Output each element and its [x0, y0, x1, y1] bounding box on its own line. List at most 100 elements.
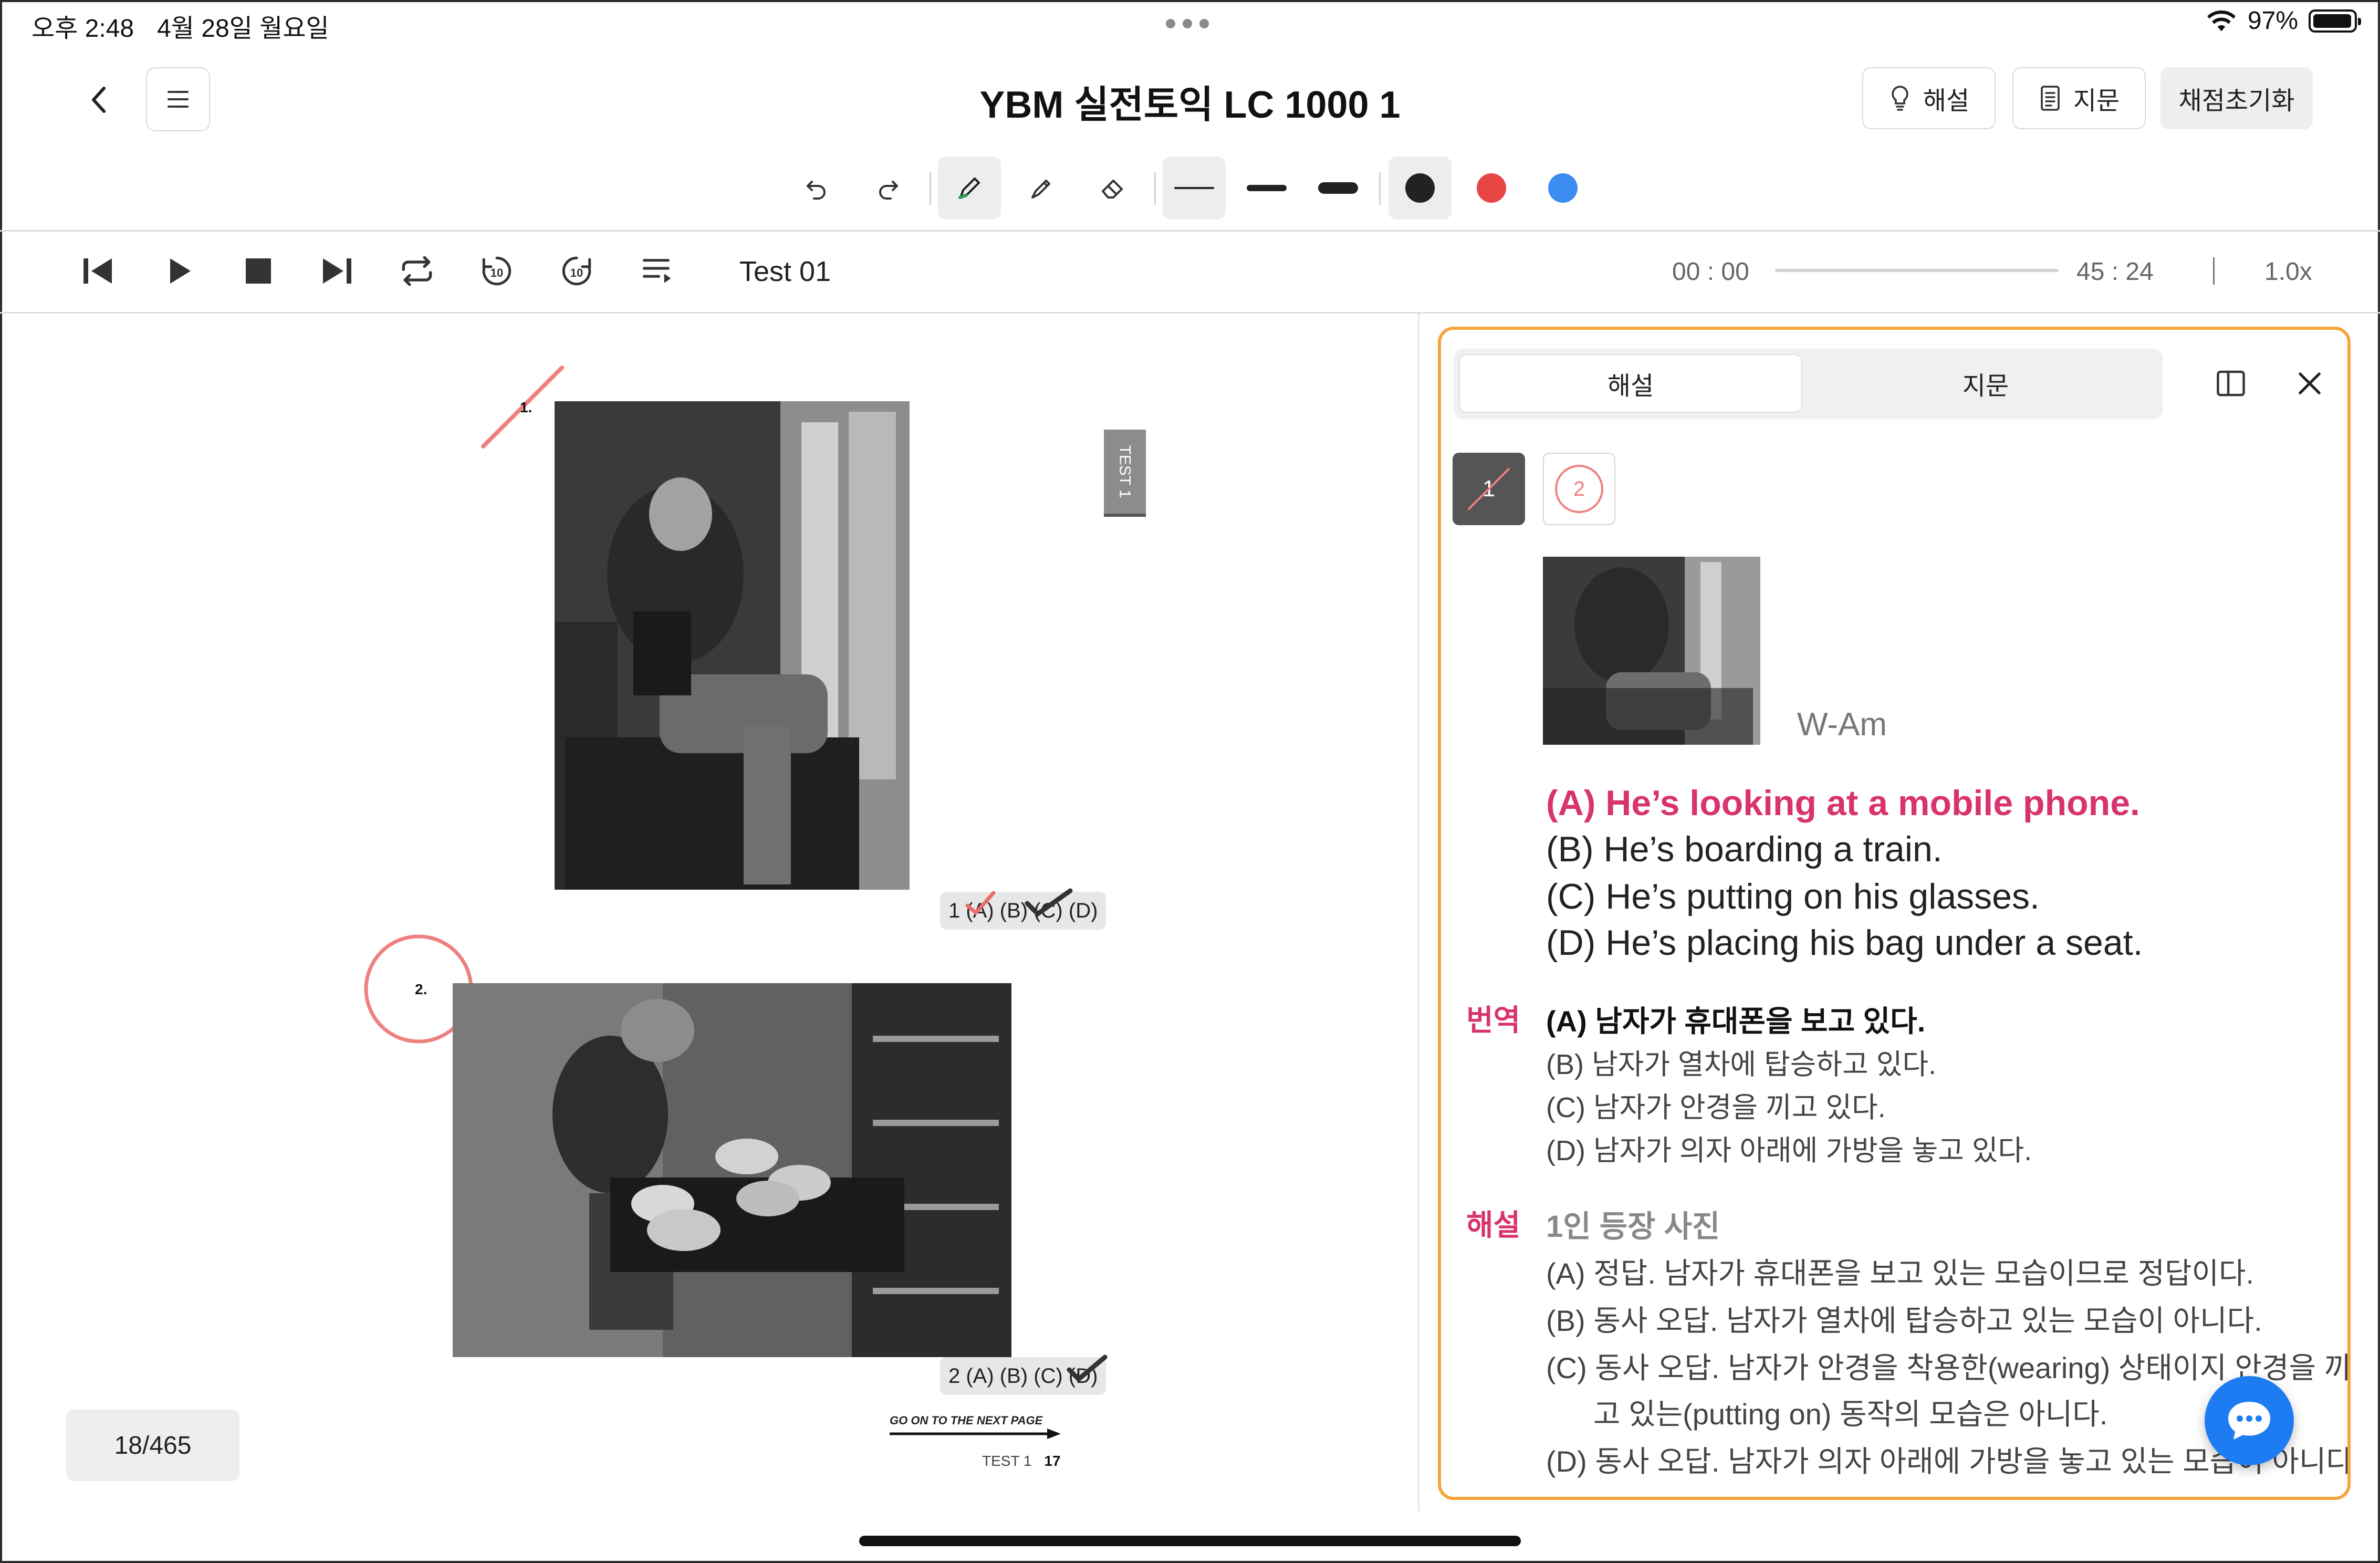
tab-passage[interactable]: 지문 — [1814, 354, 2157, 413]
page-title: YBM 실전토익 LC 1000 1 — [979, 84, 1401, 126]
stop-button[interactable] — [237, 250, 279, 292]
explanation-button-label: 해설 — [1923, 87, 1970, 115]
color-swatch-blue — [1548, 173, 1578, 203]
question-1-number: 1. — [520, 399, 533, 415]
line-medium-icon — [1247, 185, 1287, 191]
lightbulb-icon — [1892, 86, 1908, 111]
line-thin-icon — [1174, 187, 1214, 189]
explanation-c-continued: 고 있는(putting on) 동작의 모습은 아니다. — [1593, 1398, 2108, 1431]
test-1-side-tab: TEST 1 — [1104, 430, 1146, 517]
status-date: 4월 28일 월요일 — [157, 15, 329, 43]
home-indicator[interactable] — [859, 1536, 1521, 1546]
go-on-next-page-text: GO ON TO THE NEXT PAGE — [890, 1414, 1043, 1427]
toolbar-divider — [930, 172, 931, 205]
question-2-photo[interactable] — [453, 983, 1011, 1357]
eraser-icon — [1102, 180, 1123, 199]
page-counter[interactable]: 18/465 — [66, 1410, 239, 1481]
header-divider — [0, 230, 2380, 232]
redo-icon — [879, 181, 898, 200]
highlighter-icon — [1031, 180, 1050, 199]
track-title: Test 01 — [739, 256, 831, 287]
close-panel-button[interactable] — [2291, 364, 2329, 402]
line-thick-icon — [1318, 182, 1358, 194]
stop-icon — [246, 258, 271, 284]
line-thin-button[interactable] — [1163, 157, 1226, 220]
question-tab-1[interactable]: 1 — [1453, 453, 1525, 525]
previous-track-button[interactable] — [77, 250, 119, 292]
speaker-label: W-Am — [1797, 706, 1887, 743]
pen-icon — [958, 178, 980, 199]
explanation-a: (A) 정답. 남자가 휴대폰을 보고 있는 모습이므로 정답이다. — [1546, 1257, 2254, 1290]
playback-speed-button[interactable]: 1.0x — [2264, 257, 2312, 286]
forward-10-button[interactable]: 10 — [556, 250, 598, 292]
reset-grading-button[interactable]: 채점초기화 — [2160, 67, 2313, 129]
hamburger-icon — [168, 91, 189, 108]
battery-icon — [2309, 9, 2361, 33]
pen-tool-button[interactable] — [938, 157, 1001, 220]
skip-back-icon — [83, 258, 112, 284]
translation-b: (B) 남자가 열차에 탑승하고 있다. — [1546, 1049, 1937, 1080]
battery-percent: 97% — [2247, 7, 2298, 35]
back-button[interactable] — [78, 79, 120, 121]
question-1-photo[interactable] — [555, 401, 910, 890]
svg-text:10: 10 — [490, 266, 503, 279]
passage-button-label: 지문 — [2073, 87, 2120, 115]
player-divider — [2213, 257, 2215, 285]
repeat-icon — [402, 256, 432, 286]
redo-button[interactable] — [857, 157, 920, 220]
translation-label: 번역 — [1466, 1004, 1521, 1037]
chat-bubble-icon — [2228, 1402, 2270, 1440]
highlighter-tool-button[interactable] — [1010, 157, 1073, 220]
color-black-button[interactable] — [1389, 157, 1452, 220]
translation-a: (A) 남자가 휴대폰을 보고 있다. — [1546, 1005, 1926, 1038]
explanation-b: (B) 동사 오답. 남자가 열차에 탑승하고 있는 모습이 아니다. — [1546, 1304, 2262, 1337]
next-track-button[interactable] — [316, 250, 358, 292]
color-swatch-black — [1405, 173, 1435, 203]
man-on-train-thumbnail — [1543, 557, 1760, 745]
question-2-number: 2. — [415, 981, 427, 997]
baker-with-bread-photo — [453, 983, 1011, 1357]
forward-10-icon: 10 — [562, 256, 591, 286]
multitasking-dots[interactable] — [1166, 19, 1209, 28]
svg-text:10: 10 — [570, 266, 583, 279]
menu-button[interactable] — [146, 67, 210, 131]
chevron-left-icon — [92, 87, 106, 113]
eraser-tool-button[interactable] — [1082, 157, 1145, 220]
red-circle-overlay: 2 — [1555, 465, 1603, 513]
explanation-label: 해설 — [1466, 1208, 1521, 1242]
audio-progress-slider[interactable] — [1775, 269, 2059, 272]
rewind-10-icon: 10 — [482, 256, 512, 286]
split-divider[interactable] — [1418, 314, 1419, 1511]
translation-c: (C) 남자가 안경을 끼고 있다. — [1546, 1092, 1886, 1123]
toolbar-divider — [1154, 172, 1156, 205]
option-c: (C) He’s putting on his glasses. — [1546, 877, 2040, 916]
answer-check-mark-2 — [1067, 1354, 1108, 1383]
line-medium-button[interactable] — [1235, 157, 1298, 220]
undo-button[interactable] — [785, 157, 848, 220]
playlist-button[interactable] — [636, 250, 678, 292]
play-button[interactable] — [159, 250, 201, 292]
sidebar-layout-icon — [2217, 370, 2245, 397]
option-b: (B) He’s boarding a train. — [1546, 829, 1943, 869]
skip-forward-icon — [323, 258, 351, 284]
option-a-correct: (A) He’s looking at a mobile phone. — [1546, 783, 2140, 823]
line-thick-button[interactable] — [1307, 157, 1370, 220]
tab-explanation[interactable]: 해설 — [1459, 354, 1802, 413]
arrow-right-icon — [890, 1429, 1061, 1439]
chat-button[interactable] — [2205, 1376, 2294, 1465]
undo-icon — [807, 181, 826, 200]
question-tab-2[interactable]: 2 — [1543, 453, 1615, 525]
repeat-button[interactable] — [396, 250, 438, 292]
color-red-button[interactable] — [1460, 157, 1523, 220]
explanation-button[interactable]: 해설 — [1862, 67, 1996, 129]
option-d: (D) He’s placing his bag under a seat. — [1546, 923, 2143, 963]
split-view-button[interactable] — [2212, 364, 2250, 402]
current-time: 00 : 00 — [1672, 258, 1749, 286]
translation-d: (D) 남자가 의자 아래에 가방을 놓고 있다. — [1546, 1135, 2032, 1166]
passage-button[interactable]: 지문 — [2012, 67, 2146, 129]
color-blue-button[interactable] — [1531, 157, 1594, 220]
total-time: 45 : 24 — [2076, 258, 2154, 286]
status-bar-left: 오후 2:48 4월 28일 월요일 — [32, 7, 352, 44]
red-slash-overlay — [1467, 467, 1510, 510]
rewind-10-button[interactable]: 10 — [476, 250, 518, 292]
